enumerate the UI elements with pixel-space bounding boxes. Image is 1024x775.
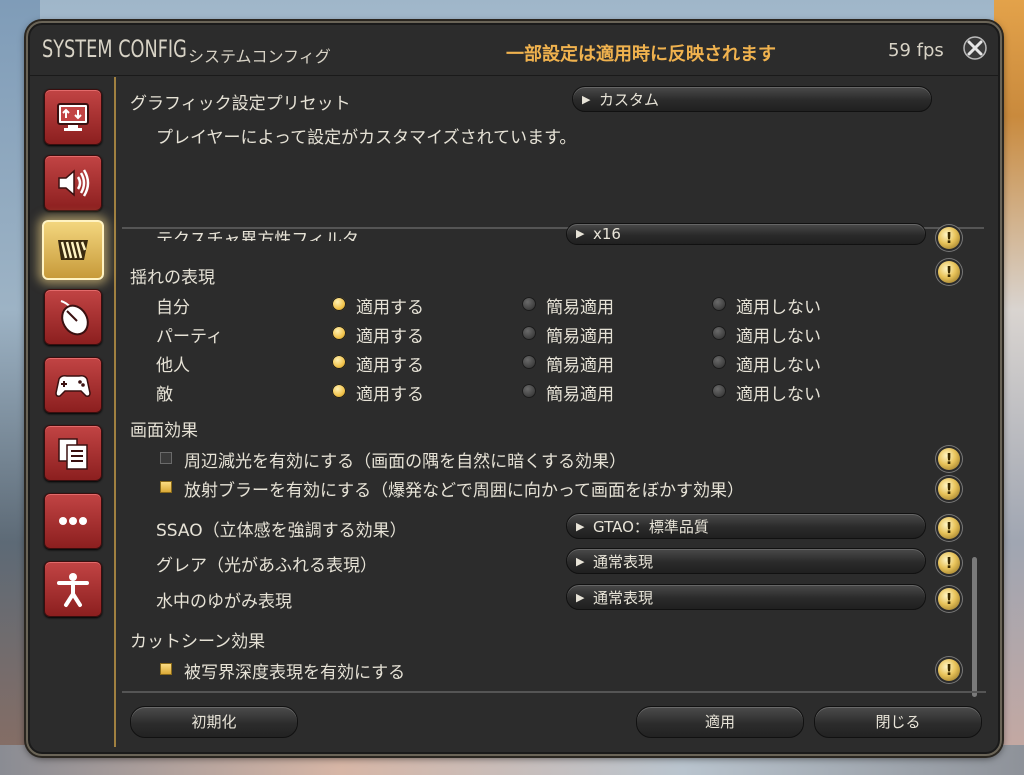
mouse-icon: [60, 300, 89, 336]
radio-dot: [332, 297, 346, 311]
sway-row-label: 敵: [156, 385, 173, 405]
apply-notice: 一部設定は適用時に反映されます: [506, 44, 776, 65]
underwater-distortion-label: 水中のゆがみ表現: [156, 592, 292, 612]
sidebar-item-mouse[interactable]: [44, 289, 102, 345]
window-title-en: SYSTEM CONFIG: [42, 35, 187, 63]
warning-icon[interactable]: !: [938, 448, 960, 470]
checkbox-box: [160, 452, 172, 464]
graphics-icon: [58, 240, 88, 260]
play-arrow-icon: ▶: [576, 555, 585, 568]
sidebar-item-graphics[interactable]: [42, 220, 104, 280]
texture-filter-value: x16: [593, 225, 621, 243]
sidebar-item-gamepad[interactable]: [44, 357, 102, 413]
sway-row-label: 他人: [156, 356, 190, 376]
play-arrow-icon: ▶: [576, 227, 585, 240]
radio-dot: [712, 384, 726, 398]
fps-counter: 59 fps: [888, 40, 944, 61]
radio-dot: [522, 297, 536, 311]
category-sidebar: [30, 77, 116, 747]
play-arrow-icon: ▶: [576, 591, 585, 604]
sway-row-label: 自分: [156, 298, 190, 318]
warning-icon[interactable]: !: [938, 478, 960, 500]
radio-dot: [332, 384, 346, 398]
texture-filter-label: テクスチャ異方性フィルタ: [156, 230, 359, 241]
underwater-distortion-dropdown[interactable]: ▶ 通常表現: [566, 584, 926, 610]
checkbox-box: [160, 481, 172, 493]
warning-icon[interactable]: !: [938, 261, 960, 283]
play-arrow-icon: ▶: [582, 93, 591, 106]
play-arrow-icon: ▶: [576, 520, 585, 533]
cutscene-section-label: カットシーン効果: [130, 632, 266, 652]
graphics-preset-label: グラフィック設定プリセット: [130, 94, 351, 114]
sidebar-item-more[interactable]: [44, 493, 102, 549]
checkbox-box: [160, 663, 172, 675]
sidebar-item-sound[interactable]: [44, 155, 102, 211]
system-config-window: SYSTEM CONFIG システムコンフィグ 一部設定は適用時に反映されます …: [26, 21, 1002, 756]
radio-dot: [522, 326, 536, 340]
sidebar-item-accessibility[interactable]: [44, 561, 102, 617]
radio-dot: [712, 326, 726, 340]
graphics-preset-dropdown[interactable]: ▶ カスタム: [572, 86, 932, 112]
ssao-label: SSAO（立体感を強調する効果）: [156, 521, 407, 541]
glare-label: グレア（光があふれる表現）: [156, 556, 377, 576]
sidebar-item-display[interactable]: [44, 89, 102, 145]
sway-section-label: 揺れの表現: [130, 268, 215, 288]
warning-icon[interactable]: !: [938, 588, 960, 610]
graphics-preset-description: プレイヤーによって設定がカスタマイズされています。: [156, 128, 577, 148]
apply-button[interactable]: 適用: [636, 706, 804, 738]
close-button[interactable]: 閉じる: [814, 706, 982, 738]
radio-dot: [712, 355, 726, 369]
ssao-dropdown[interactable]: ▶ GTAO：標準品質: [566, 513, 926, 539]
warning-icon[interactable]: !: [938, 659, 960, 681]
screen-effects-section-label: 画面効果: [130, 421, 198, 441]
glare-dropdown[interactable]: ▶ 通常表現: [566, 548, 926, 574]
footer-divider: [122, 691, 986, 693]
close-icon[interactable]: [962, 35, 988, 61]
radio-dot: [522, 384, 536, 398]
monitor-icon: [57, 103, 89, 131]
texture-filter-dropdown[interactable]: ▶ x16: [566, 223, 926, 245]
warning-icon[interactable]: !: [938, 552, 960, 574]
document-icon: [58, 438, 88, 470]
scrollbar[interactable]: [972, 557, 977, 697]
warning-icon[interactable]: !: [938, 517, 960, 539]
titlebar: SYSTEM CONFIG システムコンフィグ 一部設定は適用時に反映されます …: [28, 23, 1000, 76]
settings-panel: グラフィック設定プリセット ▶ カスタム プレイヤーによって設定がカスタマイズさ…: [122, 77, 986, 697]
speaker-icon: [58, 169, 90, 197]
sway-row-label: パーティ: [156, 327, 223, 347]
radio-dot: [522, 355, 536, 369]
radio-dot: [332, 326, 346, 340]
ellipsis-icon: [59, 517, 87, 525]
radio-dot: [712, 297, 726, 311]
radio-dot: [332, 355, 346, 369]
window-title-jp: システムコンフィグ: [188, 47, 331, 66]
person-icon: [57, 573, 89, 607]
reset-button[interactable]: 初期化: [130, 706, 298, 738]
graphics-preset-value: カスタム: [599, 91, 660, 109]
warning-icon[interactable]: !: [938, 227, 960, 249]
gamepad-icon: [55, 375, 91, 397]
sidebar-item-other[interactable]: [44, 425, 102, 481]
